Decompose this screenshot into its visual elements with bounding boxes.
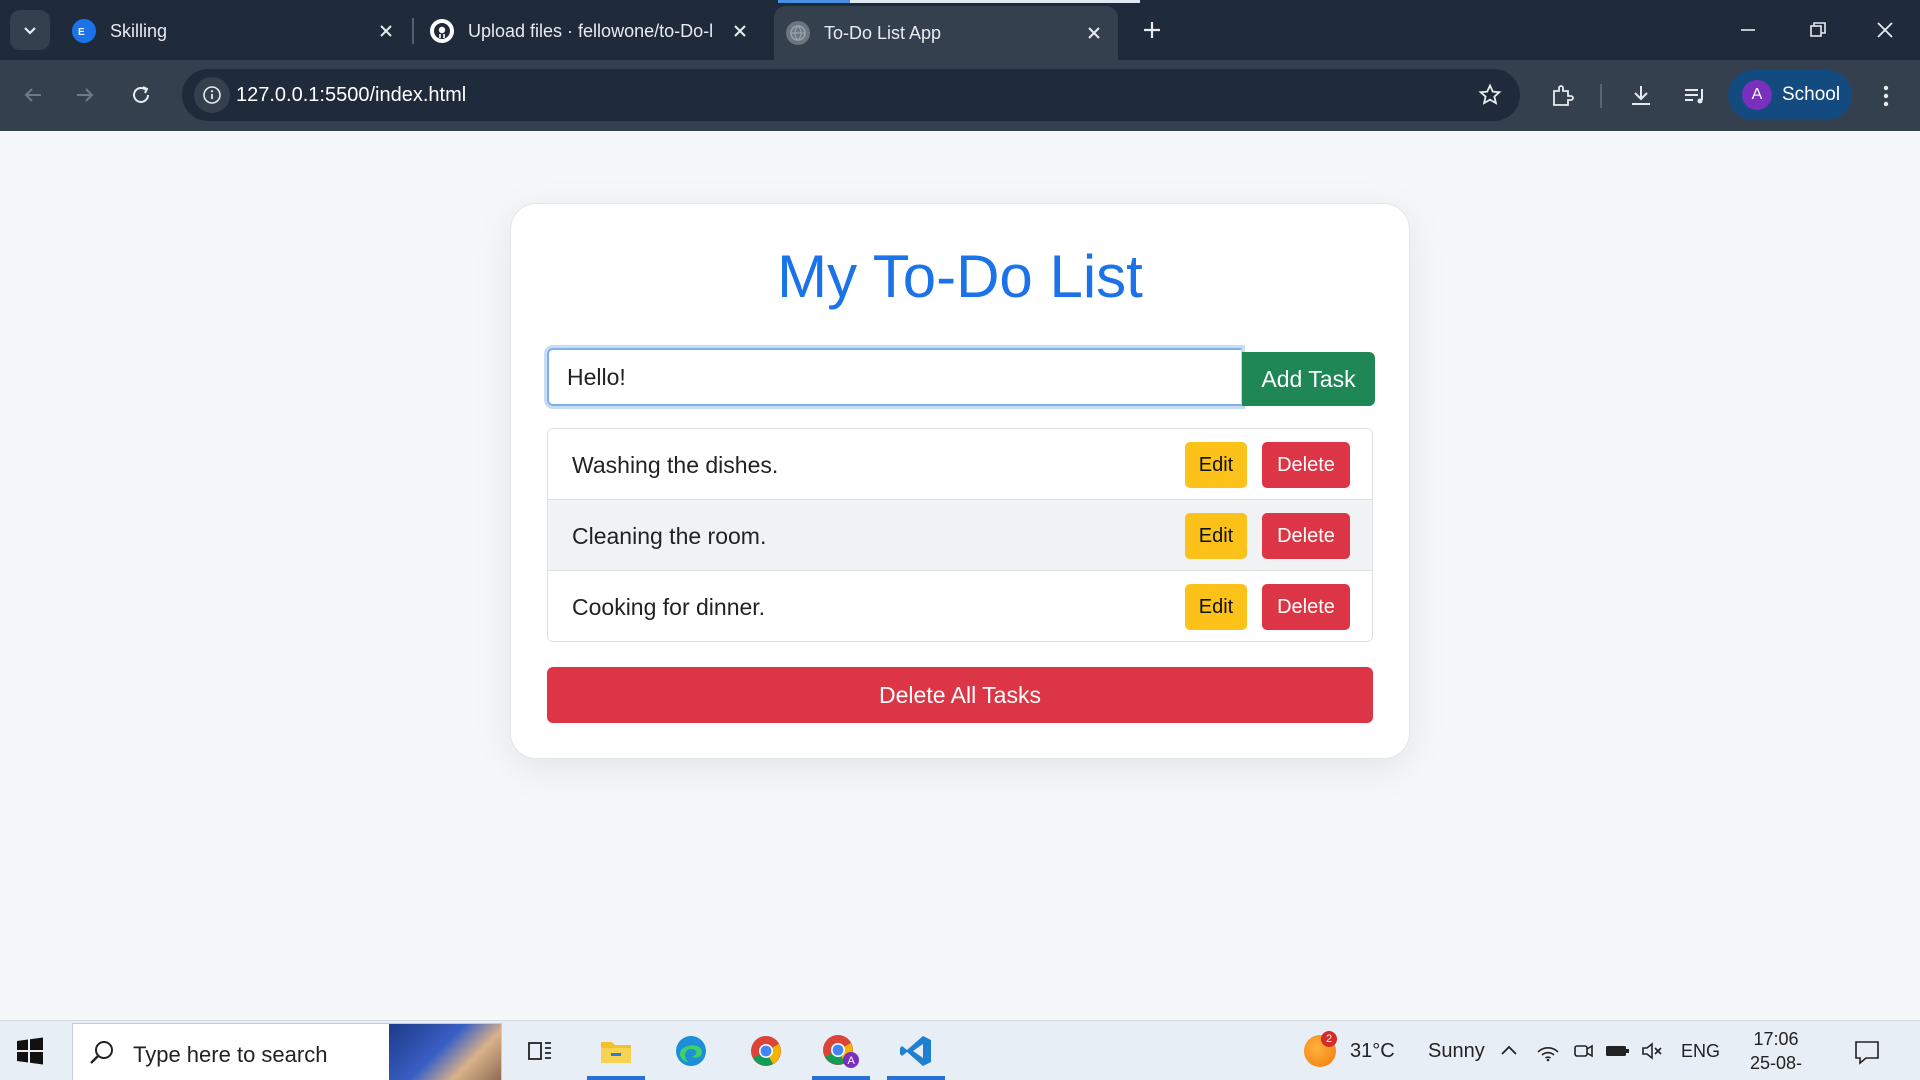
- restore-button[interactable]: [1783, 0, 1853, 60]
- tab-github-upload[interactable]: Upload files · fellowone/to-Do-l: [418, 8, 764, 54]
- browser-tab-bar: E Skilling Upload files · fellowone/to-D…: [0, 0, 1920, 60]
- chrome-profile-icon[interactable]: A: [812, 1025, 870, 1080]
- minimize-button[interactable]: [1713, 0, 1783, 60]
- delete-button[interactable]: Delete: [1262, 513, 1350, 559]
- taskbar-search[interactable]: Type here to search: [72, 1023, 502, 1080]
- edge-icon[interactable]: [662, 1025, 720, 1077]
- github-icon: [430, 19, 454, 43]
- running-indicator: [587, 1076, 645, 1080]
- edit-button[interactable]: Edit: [1185, 442, 1247, 488]
- tab-title: To-Do List App: [824, 22, 942, 43]
- media-control-icon[interactable]: [1677, 78, 1713, 114]
- skilling-favicon-icon: E: [72, 19, 96, 43]
- language-indicator[interactable]: ENG: [1681, 1021, 1720, 1080]
- back-button[interactable]: [12, 74, 54, 116]
- plus-icon: [1144, 22, 1160, 38]
- windows-taskbar: Type here to search A 2 31°C Sunny ENG 1…: [0, 1020, 1920, 1080]
- tab-search-button[interactable]: [10, 10, 50, 50]
- close-icon[interactable]: [1080, 19, 1108, 47]
- tab-todo-app[interactable]: To-Do List App: [774, 6, 1118, 60]
- bookmark-star-icon[interactable]: [1476, 81, 1504, 109]
- close-window-button[interactable]: [1850, 0, 1920, 60]
- profile-button[interactable]: A School: [1728, 70, 1852, 120]
- tab-title: Upload files · fellowone/to-Do-l: [468, 20, 714, 41]
- reload-icon: [133, 86, 149, 103]
- todo-card: My To-Do List Add Task Washing the dishe…: [510, 203, 1410, 759]
- minimize-icon: [1741, 29, 1755, 31]
- edit-button[interactable]: Edit: [1185, 513, 1247, 559]
- task-input[interactable]: [547, 348, 1242, 406]
- task-text: Cleaning the room.: [572, 523, 767, 549]
- wifi-icon[interactable]: [1536, 1021, 1560, 1080]
- chevron-down-icon: [24, 27, 36, 35]
- address-bar[interactable]: 127.0.0.1:5500/index.html: [182, 69, 1520, 121]
- page-viewport: My To-Do List Add Task Washing the dishe…: [0, 131, 1920, 1020]
- windows-start-icon[interactable]: [16, 1037, 44, 1065]
- task-text: Cooking for dinner.: [572, 594, 766, 620]
- avatar: A: [1742, 80, 1772, 110]
- search-placeholder: Type here to search: [133, 1042, 328, 1067]
- page-title: My To-Do List: [777, 243, 1143, 310]
- clock-date: 25-08-2025: [1749, 1053, 1803, 1080]
- weather-badge: 2: [1321, 1031, 1337, 1047]
- list-item: Cleaning the room. Edit Delete: [548, 500, 1372, 571]
- chevron-up-icon[interactable]: [1498, 1021, 1520, 1080]
- search-highlight-image[interactable]: [389, 1024, 501, 1080]
- file-explorer-icon[interactable]: [587, 1025, 645, 1080]
- list-item: Washing the dishes. Edit Delete: [548, 429, 1372, 500]
- notification-icon[interactable]: [1852, 1037, 1882, 1067]
- close-icon[interactable]: [372, 17, 400, 45]
- tab-skilling[interactable]: E Skilling: [60, 8, 410, 54]
- svg-text:A: A: [848, 1055, 856, 1067]
- tab-divider: [412, 18, 414, 44]
- search-icon: [90, 1041, 113, 1064]
- globe-icon: [786, 21, 810, 45]
- task-view-icon[interactable]: [511, 1025, 569, 1077]
- delete-button[interactable]: Delete: [1262, 442, 1350, 488]
- tab-title: Skilling: [110, 20, 168, 41]
- chrome-icon[interactable]: [737, 1025, 795, 1077]
- extensions-icon[interactable]: [1544, 78, 1580, 114]
- more-menu-icon[interactable]: [1868, 78, 1904, 114]
- task-text: Washing the dishes.: [572, 452, 779, 478]
- add-task-row: Add Task: [547, 348, 1375, 406]
- running-indicator: [812, 1076, 870, 1080]
- meet-now-icon[interactable]: [1572, 1021, 1594, 1080]
- battery-icon[interactable]: [1604, 1021, 1630, 1080]
- browser-toolbar: 127.0.0.1:5500/index.html A School: [0, 60, 1920, 131]
- close-icon: [1877, 22, 1893, 38]
- delete-button[interactable]: Delete: [1262, 584, 1350, 630]
- svg-text:E: E: [78, 27, 85, 38]
- system-clock[interactable]: 17:06 25-08-2025: [1730, 1027, 1822, 1080]
- profile-label: School: [1782, 84, 1841, 105]
- close-icon[interactable]: [726, 17, 754, 45]
- reload-button[interactable]: [120, 74, 162, 116]
- weather-temp[interactable]: 31°C: [1350, 1021, 1395, 1080]
- tab-loading-progress: [778, 0, 850, 3]
- list-item: Cooking for dinner. Edit Delete: [548, 571, 1372, 641]
- toolbar-divider: [1600, 84, 1602, 108]
- new-tab-button[interactable]: [1134, 12, 1170, 48]
- clock-time: 17:06: [1753, 1029, 1799, 1049]
- forward-button[interactable]: [64, 74, 106, 116]
- arrow-left-icon: [24, 88, 41, 102]
- site-info-icon[interactable]: [194, 77, 230, 113]
- arrow-right-icon: [77, 88, 94, 102]
- download-icon[interactable]: [1623, 78, 1659, 114]
- task-list: Washing the dishes. Edit Delete Cleaning…: [547, 428, 1373, 642]
- volume-muted-icon[interactable]: [1640, 1021, 1664, 1080]
- url-text[interactable]: 127.0.0.1:5500/index.html: [236, 84, 466, 107]
- weather-condition[interactable]: Sunny: [1428, 1021, 1485, 1080]
- running-indicator: [887, 1076, 945, 1080]
- delete-all-button[interactable]: Delete All Tasks: [547, 667, 1373, 723]
- edit-button[interactable]: Edit: [1185, 584, 1247, 630]
- vscode-icon[interactable]: [887, 1025, 945, 1080]
- restore-icon: [1810, 22, 1826, 37]
- add-task-button[interactable]: Add Task: [1242, 352, 1375, 406]
